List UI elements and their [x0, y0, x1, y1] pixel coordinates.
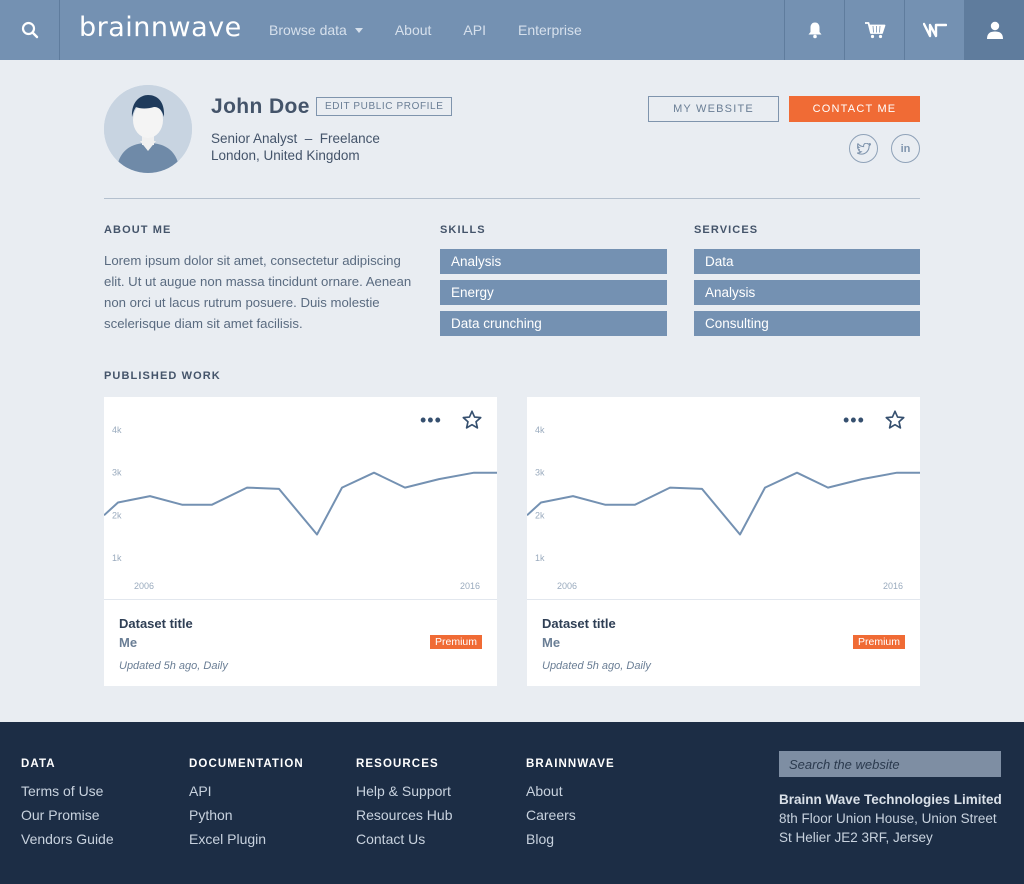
skill-tag[interactable]: Energy	[440, 280, 667, 305]
edit-profile-button[interactable]: EDIT PUBLIC PROFILE	[316, 97, 453, 116]
company-name: Brainn Wave Technologies Limited	[779, 792, 1002, 807]
series-line	[526, 471, 920, 536]
footer-col-data: DATA Terms of Use Our Promise Vendors Gu…	[21, 758, 114, 851]
x-tick-label: 2006	[557, 581, 577, 591]
footer-col-documentation: DOCUMENTATION API Python Excel Plugin	[189, 758, 304, 851]
more-options-icon[interactable]: •••	[843, 411, 865, 429]
dataset-updated: Updated 5h ago, Daily	[119, 660, 228, 672]
nav-enterprise[interactable]: Enterprise	[518, 22, 582, 38]
navbar-actions	[784, 0, 1024, 60]
chevron-down-icon	[354, 27, 363, 33]
service-tag[interactable]: Consulting	[694, 311, 920, 336]
dataset-card[interactable]: 4k 3k 2k 1k 2006 2016 ••• Dataset title Me Pr…	[526, 397, 920, 686]
dataset-owner: Me	[542, 635, 561, 650]
premium-badge: Premium	[852, 635, 905, 649]
twitter-icon	[856, 142, 871, 155]
y-tick-label: 4k	[112, 425, 122, 435]
y-tick-label: 1k	[112, 553, 122, 563]
linkedin-button[interactable]: in	[891, 134, 920, 163]
footer-heading: RESOURCES	[356, 758, 439, 770]
y-tick-label: 2k	[112, 510, 122, 520]
star-icon[interactable]	[461, 409, 483, 431]
address-line: 8th Floor Union House, Union Street	[779, 811, 997, 826]
contact-me-button[interactable]: CONTACT ME	[789, 96, 920, 122]
linkedin-icon: in	[900, 142, 911, 155]
footer-link[interactable]: About	[526, 779, 615, 803]
footer-link[interactable]: Careers	[526, 803, 615, 827]
x-tick-label: 2006	[134, 581, 154, 591]
my-website-button[interactable]: MY WEBSITE	[648, 96, 779, 122]
premium-badge: Premium	[429, 635, 482, 649]
nav-browse-data[interactable]: Browse data	[269, 22, 363, 38]
profile-location: London, United Kingdom	[211, 148, 360, 163]
x-tick-label: 2016	[460, 581, 480, 591]
y-tick-label: 3k	[535, 468, 545, 478]
footer-heading: BRAINNWAVE	[526, 758, 615, 770]
footer-heading: DATA	[21, 758, 56, 770]
x-tick-label: 2016	[883, 581, 903, 591]
user-icon	[986, 21, 1003, 39]
user-menu-button[interactable]	[964, 0, 1024, 60]
y-tick-label: 4k	[535, 425, 545, 435]
footer-col-resources: RESOURCES Help & Support Resources Hub C…	[356, 758, 453, 851]
more-options-icon[interactable]: •••	[420, 411, 442, 429]
twitter-button[interactable]	[849, 134, 878, 163]
footer-link[interactable]: API	[189, 779, 304, 803]
search-button[interactable]	[0, 0, 60, 60]
service-tag[interactable]: Data	[694, 249, 920, 274]
y-tick-label: 2k	[535, 510, 545, 520]
footer-link[interactable]: Python	[189, 803, 304, 827]
skills-heading: SKILLS	[440, 224, 486, 236]
nav-browse-data-label: Browse data	[269, 22, 347, 38]
y-tick-label: 1k	[535, 553, 545, 563]
brand-logo[interactable]: brainnwave	[79, 12, 242, 43]
skill-tag[interactable]: Data crunching	[440, 311, 667, 336]
footer-link[interactable]: Resources Hub	[356, 803, 453, 827]
footer-link[interactable]: Vendors Guide	[21, 827, 114, 851]
cart-button[interactable]	[844, 0, 904, 60]
footer-link[interactable]: Excel Plugin	[189, 827, 304, 851]
skill-tag[interactable]: Analysis	[440, 249, 667, 274]
services-heading: SERVICES	[694, 224, 759, 236]
bell-icon	[808, 22, 821, 39]
footer-link[interactable]: Blog	[526, 827, 615, 851]
service-tag[interactable]: Analysis	[694, 280, 920, 305]
dataset-title[interactable]: Dataset title	[119, 616, 193, 631]
main-nav: Browse data About API Enterprise	[269, 0, 614, 60]
notifications-button[interactable]	[784, 0, 844, 60]
about-heading: ABOUT ME	[104, 224, 172, 236]
footer: DATA Terms of Use Our Promise Vendors Gu…	[0, 722, 1024, 884]
nav-about[interactable]: About	[395, 22, 432, 38]
cart-icon	[864, 22, 885, 39]
user-avatar-icon	[104, 85, 192, 173]
series-line	[103, 471, 497, 536]
brainnwave-button[interactable]	[904, 0, 964, 60]
footer-search-input[interactable]	[779, 751, 1001, 777]
footer-link[interactable]: Help & Support	[356, 779, 453, 803]
profile-name: John Doe	[211, 95, 310, 118]
published-work-heading: PUBLISHED WORK	[104, 370, 221, 382]
wave-icon	[922, 22, 947, 38]
footer-col-brainnwave: BRAINNWAVE About Careers Blog	[526, 758, 615, 851]
company-info: Brainn Wave Technologies Limited 8th Flo…	[779, 790, 1002, 847]
avatar	[104, 85, 192, 173]
footer-link[interactable]: Our Promise	[21, 803, 114, 827]
nav-api[interactable]: API	[463, 22, 486, 38]
about-text: Lorem ipsum dolor sit amet, consectetur …	[104, 253, 412, 331]
address-line: St Helier JE2 3RF, Jersey	[779, 830, 933, 845]
profile-role: Senior Analyst – Freelance	[211, 131, 380, 146]
dataset-card[interactable]: 4k 3k 2k 1k 2006 2016 ••• Dataset title Me Pr…	[103, 397, 497, 686]
dataset-title[interactable]: Dataset title	[542, 616, 616, 631]
dataset-owner: Me	[119, 635, 138, 650]
footer-heading: DOCUMENTATION	[189, 758, 304, 770]
profile-divider	[104, 198, 920, 199]
star-icon[interactable]	[884, 409, 906, 431]
footer-link[interactable]: Contact Us	[356, 827, 453, 851]
footer-link[interactable]: Terms of Use	[21, 779, 114, 803]
dataset-updated: Updated 5h ago, Daily	[542, 660, 651, 672]
search-icon	[21, 21, 38, 39]
y-tick-label: 3k	[112, 468, 122, 478]
top-navbar: brainnwave Browse data About API Enterpr…	[0, 0, 1024, 60]
